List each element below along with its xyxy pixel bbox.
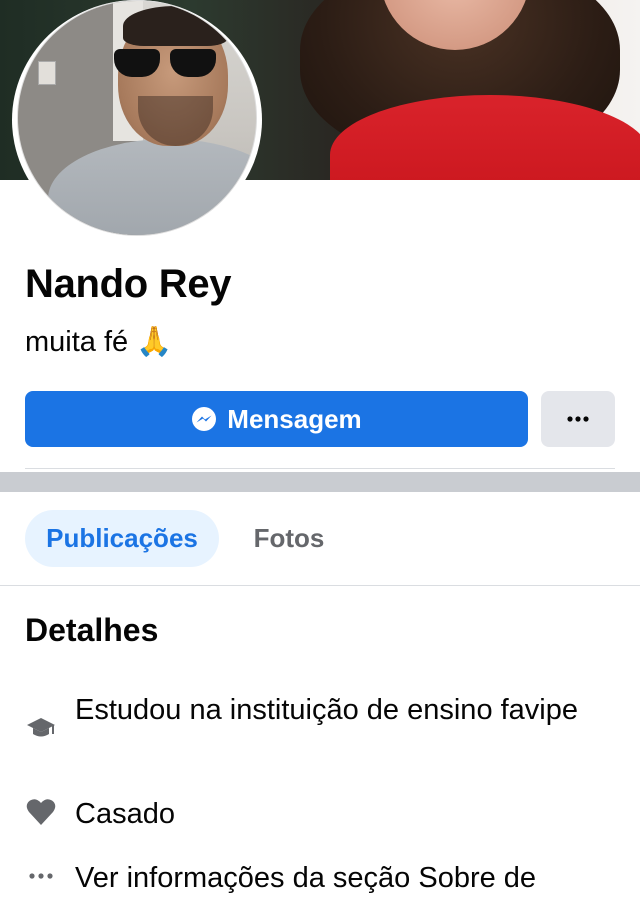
heart-icon	[25, 796, 57, 828]
profile-avatar[interactable]	[17, 0, 257, 236]
message-button[interactable]: Mensagem	[25, 391, 528, 447]
messenger-icon	[192, 407, 217, 431]
detail-relationship: Casado	[25, 796, 595, 833]
detail-education-text: Estudou na instituição de ensino favipe	[75, 694, 579, 726]
detail-see-about[interactable]: Ver informações da seção Sobre de	[25, 860, 595, 897]
section-separator	[0, 472, 640, 492]
detail-education: Estudou na instituição de ensino favipe	[25, 692, 595, 744]
graduation-cap-icon	[25, 712, 57, 744]
tab-fotos[interactable]: Fotos	[234, 510, 344, 567]
details-heading: Detalhes	[25, 612, 159, 648]
more-dots-icon	[25, 860, 57, 892]
profile-name: Nando Rey	[25, 262, 232, 306]
tab-publicacoes[interactable]: Publicações	[25, 510, 219, 567]
more-dots-icon	[567, 416, 589, 422]
more-options-button[interactable]	[541, 391, 615, 447]
message-button-label: Mensagem	[227, 403, 362, 434]
detail-relationship-text: Casado	[75, 798, 175, 830]
divider	[25, 468, 615, 469]
profile-bio: muita fé 🙏	[25, 326, 173, 358]
divider	[0, 585, 640, 586]
detail-see-about-text[interactable]: Ver informações da seção Sobre de	[75, 860, 595, 897]
